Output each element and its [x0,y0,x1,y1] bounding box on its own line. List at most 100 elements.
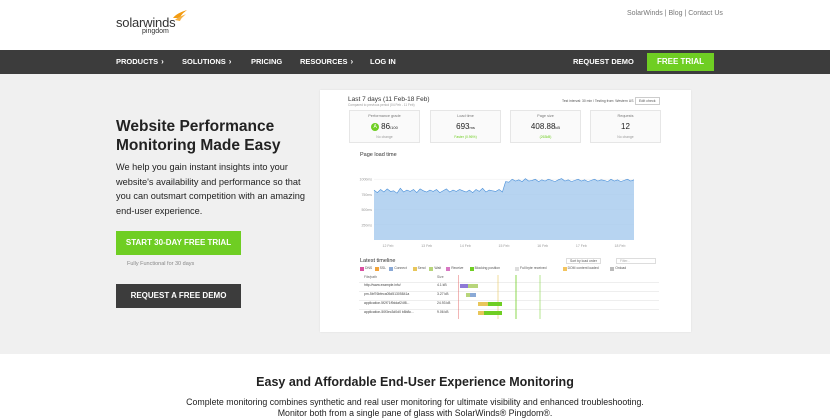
hero-title: Website Performance Monitoring Made Easy [116,118,281,154]
card-label: Performance grade [368,114,401,118]
toplink-contact[interactable]: Contact Us [688,10,723,17]
row-file: application-50f3ec3d0d0 b8b8c... [364,310,414,314]
timeline-filter-input[interactable]: Filter... [616,258,656,264]
row-size: 9.06 kB [437,310,449,314]
legend-label: Onload [615,266,627,270]
legend-label: DOM content loaded [567,266,599,270]
legend-swatch [446,267,451,271]
card-foot: (263kB) [539,135,552,139]
test-interval: Test interval: 30 min / Testing from: We… [562,99,634,103]
hero-lead: We help you gain instant insights into y… [116,162,305,216]
card-value: A 86/100 [350,122,419,131]
nav-products[interactable]: PRODUCTS › [116,50,164,74]
size-suffix: kB [555,125,561,130]
free-trial-button[interactable]: FREE TRIAL [647,53,714,71]
dashboard-subtitle: Compared to previous period (04 Feb - 11… [348,103,415,107]
row-size: 3.27 kB [437,292,449,296]
row-size: 24.93 kB [437,301,451,305]
x-tick-label: 15 Feb [499,244,510,248]
features-title: Easy and Affordable End-User Experience … [256,375,574,389]
legend-swatch [469,267,474,271]
chevron-right-icon: › [161,57,164,66]
y-tick-label: 250ms [361,223,372,227]
legend-label: SSL [379,266,387,270]
legend-swatch [610,267,615,271]
timeline-legend: DNS SSL Connect Send Wait Receive Blocking pos… [360,266,660,272]
legend-label: Blocking position [474,266,501,270]
nav-resources[interactable]: RESOURCES › [300,50,353,74]
trial-note: Fully Functional for 30 days [127,261,195,267]
chevron-right-icon: › [350,57,354,66]
timeline-title: Latest timeline [360,258,396,264]
nav-label: RESOURCES [300,57,348,66]
legend-label: Receive [451,266,464,270]
size-value: 408.88 [530,122,556,131]
edit-check-button[interactable]: Edit check [635,97,660,105]
card-label: Page size [537,114,554,118]
grade-a-icon: A [371,122,380,131]
x-tick-label: 16 Feb [537,244,548,248]
nav-login[interactable]: LOG IN [370,50,396,74]
dashboard-title: Last 7 days (11 Feb-18 Feb) [348,96,430,103]
card-label: Load time [457,114,474,118]
top-links: SolarWinds | Blog | Contact Us [627,10,723,17]
legend-swatch [429,267,434,271]
legend-label: Full byte received [520,266,547,270]
chart-title: Page load time [360,152,397,158]
x-tick-label: 17 Feb [576,244,587,248]
nav-label: PRODUCTS [116,57,159,66]
metric-card-load-time: Load time 693ms Faster (0.96%) [430,110,501,143]
card-value: 693ms [431,122,500,131]
legend-swatch [389,267,394,271]
card-foot: Faster (0.96%) [454,135,477,139]
legend-swatch [360,267,364,271]
card-value: 12 [621,122,630,131]
metric-card-requests: Requests 12 No change [590,110,661,143]
nav-label: SOLUTIONS [182,57,226,66]
load-suffix: ms [469,125,475,130]
start-trial-button[interactable]: START 30-DAY FREE TRIAL [116,231,241,255]
row-file: application.5f2f71f9ddaf24f8... [364,301,410,305]
legend-label: Connect [394,266,407,270]
timeline-sort-select[interactable]: Sort by load order [566,258,601,264]
legend-swatch [515,267,519,271]
legend-swatch [412,267,417,271]
metric-card-grade: Performance grade A 86/100 No change [349,110,420,143]
features-line-2: Monitor both from a single pane of glass… [277,408,553,418]
brand-sub: pingdom [142,28,169,35]
legend-label: DNS [365,266,373,270]
x-tick-label: 12 Feb [383,244,394,248]
legend-label: Send [417,266,426,270]
card-foot: No change [617,135,634,139]
features-section: Easy and Affordable End-User Experience … [0,354,830,418]
y-tick-label: 750ms [361,193,372,197]
nav-request-demo[interactable]: REQUEST DEMO [573,50,634,74]
card-foot: No change [376,135,393,139]
page-load-chart: 250ms 500ms 750ms 1000ms 12 Feb 13 Feb 14 Feb 1… [360,178,635,248]
legend-swatch [374,267,379,271]
timeline-waterfall [458,275,541,319]
solarwinds-logo[interactable]: solarwinds pingdom [116,10,187,35]
request-demo-button[interactable]: REQUEST A FREE DEMO [116,284,241,308]
toplink-blog[interactable]: Blog [669,10,683,17]
card-label: Requests [617,114,634,118]
dashboard-screenshot: Last 7 days (11 Feb-18 Feb) Compared to … [320,90,691,332]
features-line-1: Complete monitoring combines synthetic a… [186,397,644,407]
load-value: 693 [456,122,470,131]
legend-label: Wait [434,266,442,270]
nav-label: LOG IN [370,57,396,66]
toplink-solarwinds[interactable]: SolarWinds [627,10,663,17]
grade-value: 86 [381,122,391,131]
nav-pricing[interactable]: PRICING [251,50,282,74]
site-header: solarwinds pingdom SolarWinds | Blog | C… [0,0,830,50]
firebird-icon [173,10,187,21]
x-tick-label: 14 Feb [460,244,471,248]
card-value: 408.88kB [511,122,580,131]
x-tick-label: 13 Feb [421,244,432,248]
nav-solutions[interactable]: SOLUTIONS › [182,50,231,74]
row-file: http://www.example.info/ [364,283,401,287]
nav-label: PRICING [251,57,283,66]
chevron-right-icon: › [228,57,232,66]
row-file: pm-5bf76bfeca05d51305841a [364,292,410,296]
grade-suffix: /100 [390,125,398,130]
